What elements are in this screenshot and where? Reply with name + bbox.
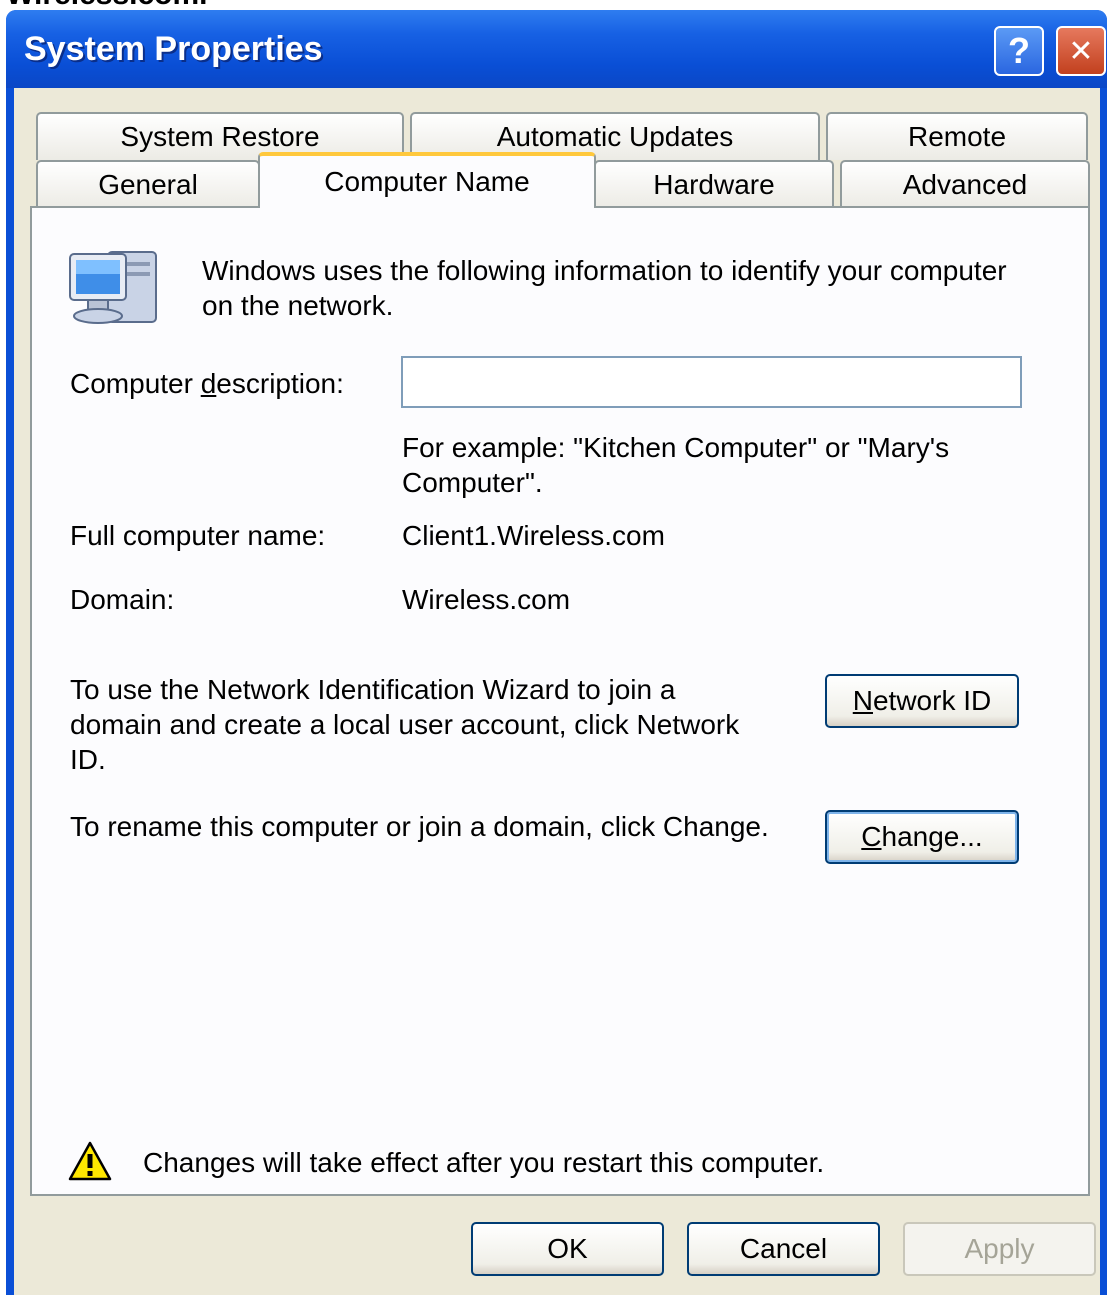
close-icon: ✕	[1068, 34, 1094, 68]
full-computer-name-value: Client1.Wireless.com	[402, 520, 665, 551]
example-line-2: Computer".	[402, 467, 543, 498]
help-icon: ?	[1008, 30, 1030, 71]
intro-line-2: on the network.	[202, 290, 394, 321]
warning-icon	[68, 1141, 112, 1181]
tab-label: Remote	[907, 121, 1007, 152]
tab-label: Advanced	[902, 169, 1028, 200]
apply-button[interactable]: Apply	[903, 1222, 1096, 1276]
tab-label: General	[98, 169, 198, 200]
label-part: Computer	[70, 368, 201, 399]
button-accelerator: C	[861, 821, 882, 852]
window-title: System Properties	[24, 30, 323, 68]
computer-icon	[69, 251, 157, 324]
button-label: etwork ID	[872, 685, 992, 716]
tab-computer-name[interactable]: Computer Name	[258, 152, 596, 208]
cancel-button[interactable]: Cancel	[687, 1222, 880, 1276]
wizard-text-line-3: ID.	[70, 744, 106, 775]
domain-label: Domain:	[70, 584, 175, 615]
ok-button[interactable]: OK	[471, 1222, 664, 1276]
wizard-text-line-2: domain and create a local user account, …	[70, 709, 740, 740]
example-line-1: For example: "Kitchen Computer" or "Mary…	[402, 432, 950, 463]
computer-description-label: Computer description:	[70, 366, 344, 401]
wizard-text-line-1: To use the Network Identification Wizard…	[70, 674, 676, 705]
button-accelerator: N	[852, 685, 873, 716]
full-computer-name-label: Full computer name:	[70, 520, 326, 551]
tab-label: Hardware	[653, 169, 775, 200]
button-label: hange...	[881, 821, 983, 852]
network-id-button[interactable]: Network ID	[825, 674, 1019, 728]
rename-text: To rename this computer or join a domain…	[70, 811, 769, 842]
tab-advanced[interactable]: Advanced	[840, 160, 1090, 208]
tab-label: System Restore	[120, 121, 320, 152]
help-button[interactable]: ?	[994, 26, 1044, 76]
button-label: OK	[547, 1233, 588, 1264]
button-label: Apply	[964, 1233, 1035, 1264]
tab-label: Automatic Updates	[496, 121, 734, 152]
computer-description-input[interactable]	[401, 356, 1022, 408]
intro-line-1: Windows uses the following information t…	[202, 255, 1007, 286]
tab-label: Computer Name	[324, 166, 530, 197]
change-button[interactable]: Change...	[825, 810, 1019, 864]
label-accelerator: d	[200, 368, 217, 399]
tab-hardware[interactable]: Hardware	[594, 160, 834, 208]
label-part: escription:	[216, 368, 344, 399]
restart-warning-text: Changes will take effect after you resta…	[143, 1147, 825, 1178]
close-button[interactable]: ✕	[1056, 26, 1106, 76]
domain-value: Wireless.com	[402, 584, 571, 615]
tab-remote[interactable]: Remote	[826, 112, 1088, 160]
button-label: Cancel	[739, 1233, 828, 1264]
tab-general[interactable]: General	[36, 160, 260, 208]
